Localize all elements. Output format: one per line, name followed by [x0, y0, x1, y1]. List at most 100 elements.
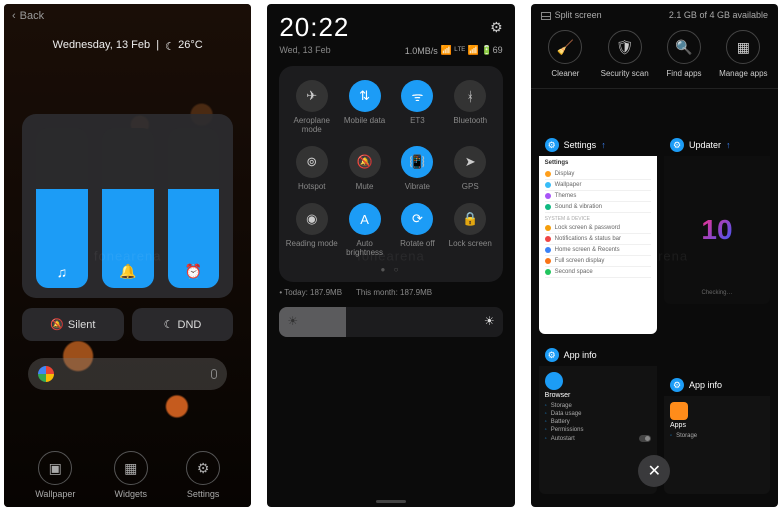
qs-toggle-gps[interactable]: ➤GPS: [444, 142, 497, 195]
settings-row-lock-screen-password[interactable]: Lock screen & password: [545, 223, 651, 234]
qs-toggle-vibrate[interactable]: 📳Vibrate: [391, 142, 444, 195]
qs-toggle-aeroplane-mode[interactable]: ✈Aeroplane mode: [285, 76, 338, 138]
widgets-button[interactable]: ▦ Widgets: [114, 451, 148, 499]
row-label: Storage: [551, 403, 572, 409]
row-label: Sound & vibration: [555, 204, 602, 210]
settings-row-full-screen-display[interactable]: Full screen display: [545, 256, 651, 267]
apps-app-icon: [670, 402, 688, 420]
alarm-volume-slider[interactable]: ⏰: [168, 128, 220, 288]
dnd-label: DND: [178, 319, 202, 331]
row-label: Themes: [555, 193, 577, 199]
bullet-icon: ◦: [545, 419, 547, 425]
autostart-toggle[interactable]: [639, 435, 651, 442]
volume-panel: ♫ 🔔 ⏰: [22, 114, 233, 298]
settings-row-sound-vibration[interactable]: Sound & vibration: [545, 202, 651, 213]
tool-label: Security scan: [601, 69, 649, 78]
row-icon: [545, 182, 551, 188]
qs-toggle-hotspot[interactable]: ⊚ Hotspot: [285, 142, 338, 195]
tool-label: Find apps: [666, 69, 701, 78]
clear-all-button[interactable]: ✕: [638, 455, 670, 487]
image-icon: ▣: [49, 460, 62, 477]
qs-icon: 🔕: [349, 146, 381, 178]
tool-label: Manage apps: [719, 69, 767, 78]
appinfo-row-autostart[interactable]: ◦Autostart: [545, 434, 651, 443]
app-name: Browser: [545, 392, 651, 402]
date-text: Wednesday, 13 Feb: [53, 39, 150, 51]
tool-security-scan[interactable]: 🛡Security scan: [596, 30, 653, 78]
settings-button[interactable]: ⚙ Settings: [186, 451, 220, 499]
qs-toggle-et3[interactable]: ᯤET3: [391, 76, 444, 138]
settings-row-display[interactable]: Display: [545, 169, 651, 180]
back-button[interactable]: ‹ Back: [12, 10, 44, 22]
qs-toggle-mute[interactable]: 🔕 Mute: [338, 142, 391, 195]
tool-cleaner[interactable]: 🧹 Cleaner: [537, 30, 594, 78]
tool-icon: 🔍: [667, 30, 701, 64]
settings-row-home-screen-recents[interactable]: Home screen & Recents: [545, 245, 651, 256]
settings-app-icon: ⚙: [545, 138, 559, 152]
tool-icon: 🧹: [548, 30, 582, 64]
mic-icon[interactable]: [211, 369, 217, 379]
recent-card-appinfo-2[interactable]: ⚙ App info Apps◦Storage: [664, 374, 770, 494]
data-month: This month: 187.9MB: [356, 288, 432, 297]
qs-toggle-bluetooth[interactable]: ᚼBluetooth: [444, 76, 497, 138]
qs-toggle-reading-mode[interactable]: ◉Reading mode: [285, 199, 338, 261]
qs-label: Hotspot: [298, 182, 326, 191]
appinfo-row-permissions[interactable]: ◦Permissions: [545, 426, 651, 434]
drag-handle[interactable]: [376, 500, 406, 503]
settings-gear-icon[interactable]: ⚙: [490, 19, 503, 36]
brightness-low-icon: ☀: [287, 314, 298, 328]
tool-manage-apps[interactable]: ▦ Manage apps: [715, 30, 772, 78]
row-label: Wallpaper: [555, 182, 582, 188]
row-label: Display: [555, 171, 575, 177]
qs-icon: 📳: [401, 146, 433, 178]
gear-icon: ⚙: [197, 460, 210, 477]
browser-app-icon: [545, 372, 563, 390]
qs-icon: ⇅: [349, 80, 381, 112]
page-dots: ● ○: [285, 261, 496, 274]
media-volume-slider[interactable]: ♫: [36, 128, 88, 288]
qs-icon: ᯤ: [401, 80, 433, 112]
appinfo-row-data-usage[interactable]: ◦Data usage: [545, 410, 651, 418]
brightness-high-icon: ☀: [484, 314, 495, 328]
search-bar[interactable]: [28, 358, 227, 390]
tool-label: Cleaner: [551, 69, 579, 78]
tool-find-apps[interactable]: 🔍 Find apps: [655, 30, 712, 78]
date-small: Wed, 13 Feb: [279, 45, 330, 56]
ring-volume-slider[interactable]: 🔔: [102, 128, 154, 288]
tool-icon: ▦: [726, 30, 760, 64]
qs-label: Mobile data: [344, 116, 385, 125]
back-label: Back: [20, 10, 44, 22]
appinfo-row-storage[interactable]: ◦ Storage: [545, 402, 651, 410]
brightness-slider[interactable]: ☀ ☀: [279, 307, 502, 337]
settings-row-themes[interactable]: Themes: [545, 191, 651, 202]
settings-row-second-space[interactable]: Second space: [545, 267, 651, 278]
wallpaper-button[interactable]: ▣ Wallpaper: [35, 451, 75, 499]
temperature: 26°C: [178, 39, 203, 51]
settings-row-notifications-status-bar[interactable]: Notifications & status bar: [545, 234, 651, 245]
settings-row-wallpaper[interactable]: Wallpaper: [545, 180, 651, 191]
qs-icon: ✈: [296, 80, 328, 112]
qs-icon: ⊚: [296, 146, 328, 178]
arrow-up-icon: ↑: [726, 140, 731, 150]
recent-card-settings[interactable]: ⚙ Settings ↑ SettingsDisplayWallpaperThe…: [539, 134, 657, 334]
qs-toggle-lock-screen[interactable]: 🔒Lock screen: [444, 199, 497, 261]
split-label: Split screen: [555, 10, 602, 20]
qs-toggle-auto-brightness[interactable]: AAuto brightness: [338, 199, 391, 261]
qs-label: Mute: [356, 182, 374, 191]
appinfo-row-battery[interactable]: ◦Battery: [545, 418, 651, 426]
qs-toggle-rotate-off[interactable]: ⟳Rotate off: [391, 199, 444, 261]
settings-section-system-device: SYSTEM & DEVICE: [545, 213, 651, 223]
data-usage-row: Today: 187.9MB This month: 187.9MB: [279, 288, 502, 297]
silent-button[interactable]: 🔕Silent: [22, 308, 124, 341]
dnd-button[interactable]: ☾DND: [132, 308, 234, 341]
qs-icon: ⟳: [401, 203, 433, 235]
split-screen-button[interactable]: Split screen: [541, 10, 602, 20]
net-speed: 1.0MB/s: [405, 46, 438, 56]
wallpaper-label: Wallpaper: [35, 489, 75, 499]
row-label: Full screen display: [555, 258, 605, 264]
bell-icon: 🔔: [102, 263, 154, 280]
recent-card-updater[interactable]: ⚙ Updater ↑ 10 Checking…: [664, 134, 770, 304]
bullet-icon: ◦: [545, 403, 547, 409]
qs-toggle-mobile-data[interactable]: ⇅ Mobile data: [338, 76, 391, 138]
appinfo-row-storage[interactable]: ◦Storage: [670, 432, 764, 440]
